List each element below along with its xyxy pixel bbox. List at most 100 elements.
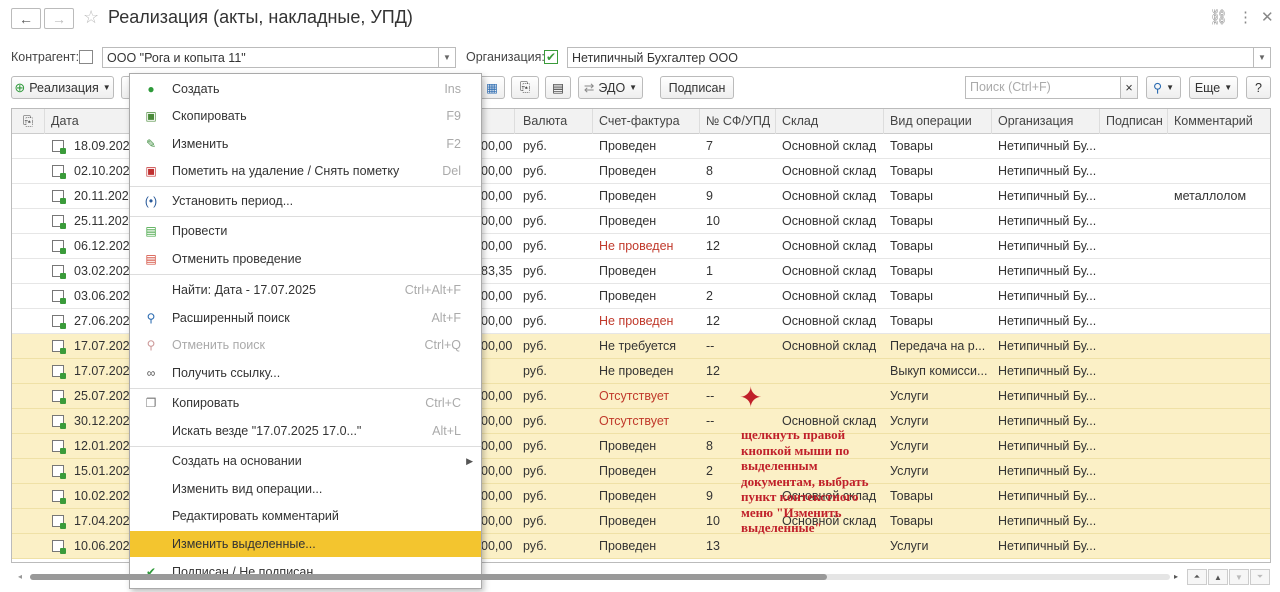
cell-date: 20.11.2024 — [74, 189, 136, 203]
cell-organization: Нетипичный Бу... — [998, 264, 1097, 278]
help-icon: ? — [1255, 80, 1262, 95]
chevron-down-icon: ▼ — [1258, 53, 1266, 62]
column-signed[interactable]: Подписан — [1100, 109, 1168, 134]
context-menu-item[interactable]: ✔ Подписан / Не подписан — [130, 559, 481, 585]
scroll-right-icon[interactable]: ▸ — [1174, 572, 1178, 581]
column-organization[interactable]: Организация — [992, 109, 1100, 134]
cell-warehouse: Основной склад — [782, 239, 877, 253]
cell-operation-type: Товары — [890, 189, 933, 203]
counterparty-dropdown-button[interactable]: ▼ — [439, 47, 456, 68]
context-menu-item[interactable]: ❐ Копировать Ctrl+C — [130, 390, 481, 416]
cell-comment — [1168, 534, 1174, 559]
document-icon: ▤ — [552, 81, 564, 95]
more-button[interactable]: Еще ▼ — [1189, 76, 1238, 99]
column-invoice-number[interactable]: № СФ/УПД — [700, 109, 776, 134]
context-menu-item[interactable]: ⚲ Отменить поиск Ctrl+Q — [130, 332, 481, 358]
cell-invoice-number: 12 — [706, 239, 720, 253]
context-menu: ● Создать Ins ▣ Скопировать F9 ✎ Изменить F2 ▣ Пом… — [129, 73, 482, 589]
cell-invoice-number: 8 — [706, 164, 713, 178]
context-menu-label: Создать на основании — [172, 454, 302, 468]
cell-organization: Нетипичный Бу... — [998, 339, 1097, 353]
context-menu-item[interactable]: ✎ Изменить F2 — [130, 131, 481, 157]
context-menu-item[interactable]: ▣ Пометить на удаление / Снять пометку Del — [130, 158, 481, 184]
organization-dropdown-button[interactable]: ▼ — [1254, 47, 1271, 68]
scroll-bottom-button[interactable]: ⏷ — [1250, 569, 1270, 585]
back-button[interactable]: ← — [11, 8, 41, 29]
column-operation-type[interactable]: Вид операции — [884, 109, 992, 134]
close-icon[interactable]: ✕ — [1261, 8, 1274, 26]
cell-invoice: Проведен — [599, 139, 657, 153]
search-button[interactable]: ⚲ ▼ — [1146, 76, 1181, 99]
cell-invoice-number: -- — [706, 389, 715, 403]
column-invoice[interactable]: Счет-фактура — [593, 109, 700, 134]
context-menu-item[interactable]: Редактировать комментарий — [130, 503, 481, 529]
counterparty-checkbox[interactable] — [79, 50, 93, 64]
context-menu-item[interactable]: ▣ Скопировать F9 — [130, 103, 481, 129]
cell-currency: руб. — [523, 464, 547, 478]
context-menu-item[interactable]: ▤ Отменить проведение — [130, 246, 481, 272]
search-input[interactable]: Поиск (Ctrl+F) — [965, 76, 1121, 99]
context-menu-item[interactable]: ⚲ Расширенный поиск Alt+F — [130, 305, 481, 331]
context-menu-label: Отменить проведение — [172, 252, 302, 266]
context-menu-item[interactable]: Создать на основании ▶ — [130, 448, 481, 474]
cell-organization: Нетипичный Бу... — [998, 239, 1097, 253]
context-menu-label: Изменить вид операции... — [172, 482, 323, 496]
column-warehouse[interactable]: Склад — [776, 109, 884, 134]
scroll-top-button[interactable]: ⏶ — [1187, 569, 1207, 585]
signed-button[interactable]: Подписан — [660, 76, 734, 99]
page-down-button[interactable]: ▼ — [1229, 569, 1249, 585]
favorite-star-icon[interactable]: ☆ — [83, 7, 99, 28]
context-menu-label: Изменить — [172, 137, 229, 151]
scrollbar-thumb[interactable] — [30, 574, 827, 580]
cell-date: 25.07.2025 — [74, 389, 137, 403]
cell-comment — [1168, 284, 1174, 309]
shortcut-label: Alt+F — [431, 311, 461, 325]
forward-button[interactable]: → — [44, 8, 74, 29]
report-button[interactable]: ▦ — [479, 76, 505, 99]
context-menu-item[interactable]: ∞ Получить ссылку... — [130, 360, 481, 386]
cell-warehouse: Основной склад — [782, 139, 877, 153]
cell-date: 17.07.2025 — [74, 339, 137, 353]
page-up-button[interactable]: ▲ — [1208, 569, 1228, 585]
horizontal-scrollbar[interactable] — [30, 574, 1170, 580]
attachment-column-icon[interactable]: ⎘ — [12, 109, 45, 134]
context-menu-item[interactable]: Найти: Дата - 17.07.2025 Ctrl+Alt+F — [130, 277, 481, 303]
cell-currency: руб. — [523, 289, 547, 303]
context-menu-item[interactable]: (•) Установить период... — [130, 188, 481, 214]
column-currency[interactable]: Валюта — [517, 109, 593, 134]
cell-comment — [1168, 159, 1174, 184]
context-menu-item[interactable]: Изменить вид операции... — [130, 476, 481, 502]
print-button[interactable]: ▤ — [545, 76, 571, 99]
more-vert-icon[interactable]: ⋮ — [1238, 8, 1253, 26]
cell-organization: Нетипичный Бу... — [998, 539, 1097, 553]
menu-separator — [130, 216, 481, 217]
context-menu-label: Скопировать — [172, 109, 247, 123]
cell-organization: Нетипичный Бу... — [998, 489, 1097, 503]
organization-input[interactable]: Нетипичный Бухгалтер ООО — [567, 47, 1254, 68]
context-menu-item[interactable]: Искать везде "17.07.2025 17.0..." Alt+L — [130, 418, 481, 444]
cell-operation-type: Услуги — [890, 389, 929, 403]
context-menu-item[interactable]: ▤ Провести — [130, 218, 481, 244]
help-button[interactable]: ? — [1246, 76, 1271, 99]
column-comment[interactable]: Комментарий — [1168, 109, 1270, 134]
link-icon[interactable]: ⛓ — [1209, 8, 1228, 26]
cell-currency: руб. — [523, 414, 547, 428]
realization-button[interactable]: ⊕ Реализация ▼ — [11, 76, 114, 99]
search-icon: ⚲ — [146, 311, 156, 325]
attach-button[interactable]: ⎘ — [511, 76, 539, 99]
scroll-left-icon[interactable]: ◂ — [18, 572, 22, 581]
context-menu-item[interactable]: ● Создать Ins — [130, 76, 481, 102]
menu-separator — [130, 274, 481, 275]
clear-search-button[interactable]: × — [1120, 76, 1138, 99]
last-page-icon: ⏷ — [1256, 572, 1264, 581]
organization-checkbox[interactable]: ✔ — [544, 50, 558, 64]
edo-button[interactable]: ⇄ ЭДО ▼ — [578, 76, 643, 99]
cell-warehouse — [776, 359, 782, 384]
cell-currency: руб. — [523, 314, 547, 328]
cell-organization: Нетипичный Бу... — [998, 189, 1097, 203]
cell-date: 02.10.2024 — [74, 164, 137, 178]
shortcut-label: F2 — [446, 137, 461, 151]
context-menu-item[interactable]: Изменить выделенные... — [130, 531, 481, 557]
counterparty-input[interactable]: ООО "Рога и копыта 11" — [102, 47, 439, 68]
pencil-icon: ✎ — [145, 137, 157, 151]
